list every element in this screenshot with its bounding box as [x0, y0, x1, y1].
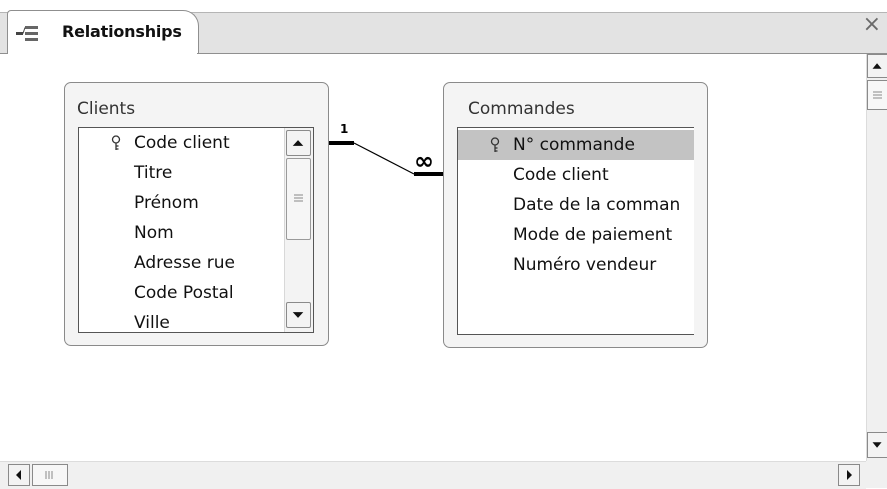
field-label: Code client: [134, 133, 230, 153]
field-label: N° commande: [513, 135, 635, 155]
field-code-client[interactable]: Code client: [458, 160, 694, 190]
field-mode-paiement[interactable]: Mode de paiement: [458, 220, 694, 250]
field-label: Nom: [134, 223, 174, 243]
clients-scroll-up-button[interactable]: [286, 130, 311, 156]
scroll-down-button[interactable]: [867, 432, 887, 458]
scroll-thumb-horizontal[interactable]: [32, 464, 68, 486]
horizontal-scrollbar[interactable]: [0, 461, 866, 489]
clients-scroll-down-button[interactable]: [286, 302, 311, 328]
field-prenom[interactable]: Prénom: [79, 188, 285, 218]
scroll-down-arrow-icon: [292, 312, 304, 318]
tab-title: Relationships: [62, 22, 182, 41]
relationships-icon: [16, 26, 38, 41]
grip-icon: [873, 91, 882, 99]
field-label: Ville: [134, 313, 170, 333]
field-label: Mode de paiement: [513, 225, 673, 245]
field-label: Titre: [134, 163, 173, 183]
field-label: Prénom: [134, 193, 199, 213]
table-commandes[interactable]: Commandes N° commande Code client Date d…: [443, 82, 708, 348]
scroll-right-button[interactable]: [838, 464, 860, 486]
field-titre[interactable]: Titre: [79, 158, 285, 188]
field-date-commande[interactable]: Date de la comman: [458, 190, 694, 220]
field-n-commande[interactable]: N° commande: [458, 130, 694, 160]
field-label: Code Postal: [134, 283, 234, 303]
scroll-up-arrow-icon: [292, 140, 304, 146]
grip-icon: [45, 471, 53, 479]
table-clients-title: Clients: [77, 99, 136, 119]
close-icon[interactable]: ×: [863, 14, 881, 36]
commandes-field-list[interactable]: N° commande Code client Date de la comma…: [457, 127, 694, 335]
table-clients[interactable]: Clients Code client Titre Prénom Nom Adr…: [64, 82, 329, 346]
scroll-left-button[interactable]: [8, 464, 30, 486]
scroll-thumb[interactable]: [867, 80, 887, 110]
tab-relationships[interactable]: Relationships: [7, 10, 199, 55]
key-icon: [490, 137, 500, 152]
scroll-up-button[interactable]: [867, 54, 887, 78]
field-label: Adresse rue: [134, 253, 235, 273]
scroll-left-arrow-icon: [16, 470, 21, 480]
clients-scroll-thumb[interactable]: [286, 158, 311, 240]
clients-scrollbar[interactable]: [284, 128, 313, 332]
clients-field-list[interactable]: Code client Titre Prénom Nom Adresse rue…: [78, 127, 314, 333]
field-ville[interactable]: Ville: [79, 308, 285, 333]
field-label: Date de la comman: [513, 195, 681, 215]
vertical-scrollbar[interactable]: [866, 54, 887, 461]
scrollbar-corner: [866, 461, 887, 488]
scroll-right-arrow-icon: [847, 470, 852, 480]
scroll-up-arrow-icon: [872, 63, 882, 69]
relationship-one-label: 1: [340, 122, 349, 136]
document-tab-strip: Relationships ×: [0, 0, 887, 56]
key-icon: [111, 135, 121, 150]
field-label: Numéro vendeur: [513, 255, 657, 275]
field-label: Code client: [513, 165, 609, 185]
table-commandes-title: Commandes: [468, 99, 575, 119]
field-nom[interactable]: Nom: [79, 218, 285, 248]
field-code-postal[interactable]: Code Postal: [79, 278, 285, 308]
field-code-client[interactable]: Code client: [79, 128, 285, 158]
relationships-canvas[interactable]: 1 ∞ Clients Code client Titre Prénom Nom…: [0, 54, 866, 461]
grip-icon: [294, 194, 303, 202]
relationship-many-label: ∞: [414, 147, 434, 175]
field-numero-vendeur[interactable]: Numéro vendeur: [458, 250, 694, 280]
scroll-down-arrow-icon: [872, 442, 882, 448]
field-adresse-rue[interactable]: Adresse rue: [79, 248, 285, 278]
